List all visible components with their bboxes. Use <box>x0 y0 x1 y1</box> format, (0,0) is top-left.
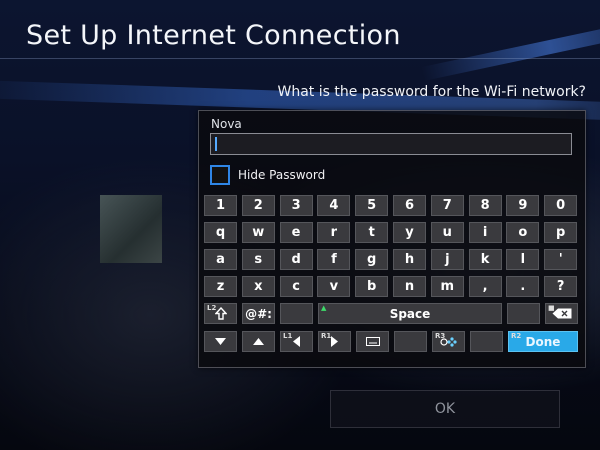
key[interactable]: b <box>355 276 389 297</box>
key[interactable]: 4 <box>317 195 351 216</box>
key[interactable]: ' <box>544 249 578 270</box>
key[interactable]: 3 <box>279 195 313 216</box>
key[interactable]: z <box>204 276 237 297</box>
keyboard-panel: Nova Hide Password 1234567890 qwertyuiop a… <box>198 110 586 368</box>
controller-input-key[interactable]: R3 <box>432 331 465 352</box>
key[interactable]: 1 <box>204 195 237 216</box>
key[interactable]: t <box>355 222 389 243</box>
triangle-up-icon <box>253 338 264 345</box>
done-label: Done <box>525 334 561 349</box>
text-cursor <box>215 137 217 151</box>
key[interactable]: 8 <box>468 195 502 216</box>
page-title: Set Up Internet Connection <box>26 20 401 51</box>
key[interactable]: 7 <box>430 195 464 216</box>
key[interactable]: v <box>317 276 351 297</box>
cursor-right-key[interactable]: R1 <box>318 331 351 352</box>
key[interactable]: 5 <box>355 195 389 216</box>
key[interactable]: d <box>279 249 313 270</box>
ok-button[interactable]: OK <box>330 390 560 428</box>
key[interactable]: u <box>430 222 464 243</box>
triangle-right-icon <box>331 336 338 347</box>
r2-hint: R2 <box>511 332 522 340</box>
key[interactable]: 0 <box>544 195 578 216</box>
cursor-up-key[interactable] <box>242 331 275 352</box>
key[interactable]: h <box>393 249 426 270</box>
background-light-streak <box>421 13 600 81</box>
symbols-key[interactable]: @#: <box>242 303 275 324</box>
key[interactable]: k <box>468 249 502 270</box>
triangle-down-icon <box>215 338 226 345</box>
key[interactable]: p <box>544 222 578 243</box>
cursor-left-key[interactable]: L1 <box>280 331 313 352</box>
l2-hint: L2 <box>207 304 217 312</box>
key[interactable]: , <box>468 276 502 297</box>
keyboard-options-key[interactable] <box>356 331 389 352</box>
key[interactable]: i <box>468 222 502 243</box>
blank-key[interactable] <box>280 303 313 324</box>
background-reflection <box>100 195 162 263</box>
keyboard-icon <box>365 337 380 346</box>
square-hint: ■ <box>548 304 555 312</box>
key[interactable]: y <box>393 222 426 243</box>
key[interactable]: ? <box>544 276 578 297</box>
key[interactable]: n <box>393 276 426 297</box>
key[interactable]: o <box>506 222 540 243</box>
key[interactable]: q <box>204 222 237 243</box>
key[interactable]: e <box>279 222 313 243</box>
header-divider <box>0 58 600 59</box>
key[interactable]: w <box>241 222 275 243</box>
done-key[interactable]: R2 Done <box>508 331 578 352</box>
password-input[interactable] <box>210 133 572 155</box>
blank-key[interactable] <box>394 331 427 352</box>
r3-hint: R3 <box>435 332 446 340</box>
hide-password-checkbox[interactable] <box>210 165 230 185</box>
blank-key[interactable] <box>507 303 540 324</box>
key[interactable]: 6 <box>393 195 426 216</box>
key[interactable]: r <box>317 222 351 243</box>
key[interactable]: f <box>317 249 351 270</box>
key[interactable]: 2 <box>241 195 275 216</box>
key[interactable]: m <box>430 276 464 297</box>
key[interactable]: x <box>241 276 275 297</box>
shift-key[interactable]: L2 <box>204 303 237 324</box>
hide-password-label: Hide Password <box>238 168 326 182</box>
backspace-key[interactable]: ■ <box>545 303 578 324</box>
key[interactable]: j <box>430 249 464 270</box>
network-name: Nova <box>211 117 242 131</box>
space-label: Space <box>389 306 431 321</box>
l1-hint: L1 <box>283 332 293 340</box>
key[interactable]: 9 <box>506 195 540 216</box>
triangle-hint: ▲ <box>321 304 327 312</box>
key[interactable]: l <box>506 249 540 270</box>
key[interactable]: s <box>241 249 275 270</box>
triangle-left-icon <box>293 336 300 347</box>
r1-hint: R1 <box>321 332 332 340</box>
key[interactable]: g <box>355 249 389 270</box>
key[interactable]: . <box>506 276 540 297</box>
space-key[interactable]: ▲ Space <box>318 303 502 324</box>
blank-key[interactable] <box>470 331 503 352</box>
cursor-down-key[interactable] <box>204 331 237 352</box>
key[interactable]: c <box>279 276 313 297</box>
password-prompt: What is the password for the Wi-Fi netwo… <box>277 84 586 100</box>
key[interactable]: a <box>204 249 237 270</box>
